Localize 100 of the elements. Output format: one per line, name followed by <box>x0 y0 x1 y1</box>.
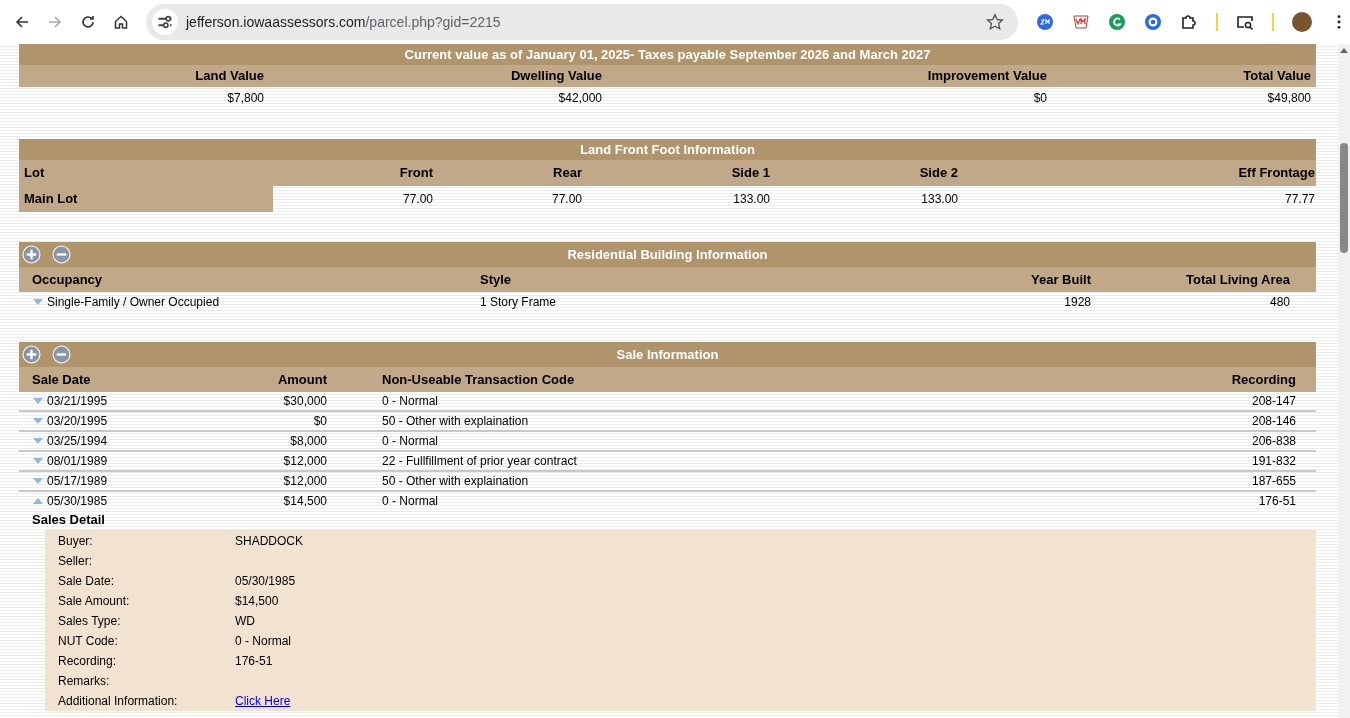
table-cell-text: $30,000 <box>282 393 328 410</box>
column-header: Sale Date <box>31 371 92 389</box>
table-cell-text: $12,000 <box>282 453 328 470</box>
column-header: Lot <box>23 164 46 182</box>
table-cell-text: 208-147 <box>1250 393 1297 410</box>
table-cell-text: 77.77 <box>1283 191 1316 208</box>
field-label: Additional Information: <box>58 693 179 710</box>
field-value: 05/30/1985 <box>235 573 296 590</box>
field-value: WD <box>235 613 255 630</box>
table-cell-text: 22 - Fullfillment of prior year contract <box>381 453 578 470</box>
row-header: Main Lot <box>19 186 273 212</box>
expand-arrow-icon[interactable] <box>33 478 43 484</box>
table-cell-text: 03/25/1994 <box>47 433 108 450</box>
table-cell-text: 176-51 <box>1257 493 1297 510</box>
scrollbar[interactable] <box>1338 44 1350 718</box>
table-cell-text: 05/30/1985 <box>47 493 108 510</box>
table-cell-text: $8,000 <box>289 433 328 450</box>
table-cell-text: 50 - Other with explaination <box>381 413 530 430</box>
section-title: Residential Building Information <box>567 246 768 264</box>
click-here-link[interactable]: Click Here <box>235 691 291 711</box>
back-icon[interactable] <box>14 14 30 30</box>
url-text: jefferson.iowaassessors.com/parcel.php?gid=2215 <box>186 14 502 30</box>
field-label: Recording: <box>58 653 118 670</box>
profile-avatar[interactable] <box>1292 12 1312 32</box>
column-header: Recording <box>1230 371 1297 389</box>
expand-arrow-icon[interactable] <box>33 438 43 444</box>
field-label: Seller: <box>58 553 93 570</box>
table-cell-text: 77.00 <box>550 191 583 208</box>
column-header: Occupancy <box>31 271 104 289</box>
column-header: Year Built <box>1030 271 1092 289</box>
scroll-up-icon[interactable] <box>1340 48 1348 53</box>
collapse-all-icon[interactable] <box>52 345 71 364</box>
field-label: Remarks: <box>58 673 111 690</box>
table-cell-text: 187-655 <box>1250 473 1297 490</box>
table-cell-text: 208-146 <box>1250 413 1297 430</box>
section-title: Land Front Foot Information <box>19 139 1316 160</box>
field-label: Buyer: <box>58 533 94 550</box>
expand-all-icon[interactable] <box>22 345 41 364</box>
search-tab-icon[interactable] <box>1236 13 1254 31</box>
puzzle-icon[interactable] <box>1180 13 1198 31</box>
home-icon[interactable] <box>113 14 129 30</box>
table-cell-text: $14,500 <box>282 493 328 510</box>
table-cell-text: 77.00 <box>401 191 434 208</box>
table-cell-text: $42,000 <box>557 90 603 107</box>
section-title: Sale Information <box>616 346 719 364</box>
table-cell-text: $12,000 <box>282 473 328 490</box>
column-header: Dwelling Value <box>509 67 603 85</box>
table-cell-text: 50 - Other with explaination <box>381 473 530 490</box>
field-value: SHADDOCK <box>235 533 303 550</box>
column-header: Non-Useable Transaction Code <box>381 371 576 389</box>
table-cell-text: $0 <box>1032 90 1048 107</box>
table-cell-text: 03/21/1995 <box>47 393 108 410</box>
field-value: $14,500 <box>235 593 279 610</box>
extension-icon[interactable] <box>1036 13 1054 31</box>
table-cell-text: Single-Family / Owner Occupied <box>47 294 220 311</box>
expand-arrow-icon[interactable] <box>33 299 43 305</box>
extension-icon[interactable] <box>1144 13 1162 31</box>
table-cell-text: 03/20/1995 <box>47 413 108 430</box>
expand-arrow-icon[interactable] <box>33 398 43 404</box>
expand-all-icon[interactable] <box>22 245 41 264</box>
column-header: Amount <box>276 371 328 389</box>
collapse-arrow-icon[interactable] <box>33 498 43 504</box>
collapse-all-icon[interactable] <box>52 245 71 264</box>
column-header: Rear <box>552 164 583 182</box>
column-header: Total Value <box>1242 67 1312 85</box>
star-icon[interactable] <box>986 13 1004 31</box>
field-label: Sales Type: <box>58 613 122 630</box>
field-label: Sale Date: <box>58 573 116 590</box>
table-cell-text: 1928 <box>1063 294 1092 311</box>
extension-icon[interactable] <box>1072 13 1090 31</box>
scrollbar-thumb[interactable] <box>1340 143 1348 253</box>
address-bar[interactable]: jefferson.iowaassessors.com/parcel.php?gid=2215 <box>146 4 1018 40</box>
table-cell-text: 133.00 <box>920 191 959 208</box>
table-cell-text: 480 <box>1268 294 1291 311</box>
table-cell-text: 1 Story Frame <box>480 294 558 311</box>
field-label: NUT Code: <box>58 633 119 650</box>
column-header: Total Living Area <box>1185 271 1291 289</box>
column-header: Front <box>398 164 434 182</box>
expand-arrow-icon[interactable] <box>33 418 43 424</box>
sales-detail-heading: Sales Detail <box>31 511 106 529</box>
column-header: Eff Frontage <box>1237 164 1316 182</box>
expand-arrow-icon[interactable] <box>33 458 43 464</box>
field-value: 176-51 <box>235 653 273 670</box>
table-cell-text: 206-838 <box>1250 433 1297 450</box>
table-cell-text: $49,800 <box>1266 90 1312 107</box>
column-header: Land Value <box>194 67 265 85</box>
table-cell-text: $0 <box>312 413 328 430</box>
site-settings-icon[interactable] <box>152 9 178 35</box>
table-cell-text: $7,800 <box>226 90 265 107</box>
table-cell-text: 191-832 <box>1250 453 1297 470</box>
section-title: Current value as of January 01, 2025- Taxes payable September 2026 and March 2027 <box>19 44 1316 65</box>
table-cell-text: 133.00 <box>732 191 771 208</box>
column-header: Side 1 <box>730 164 771 182</box>
menu-icon[interactable] <box>1336 14 1342 30</box>
extension-icon[interactable] <box>1108 13 1126 31</box>
reload-icon[interactable] <box>80 14 96 30</box>
table-cell-text: 0 - Normal <box>381 433 439 450</box>
column-header: Style <box>480 271 513 289</box>
field-label: Sale Amount: <box>58 593 131 610</box>
table-cell-text: 08/01/1989 <box>47 453 108 470</box>
